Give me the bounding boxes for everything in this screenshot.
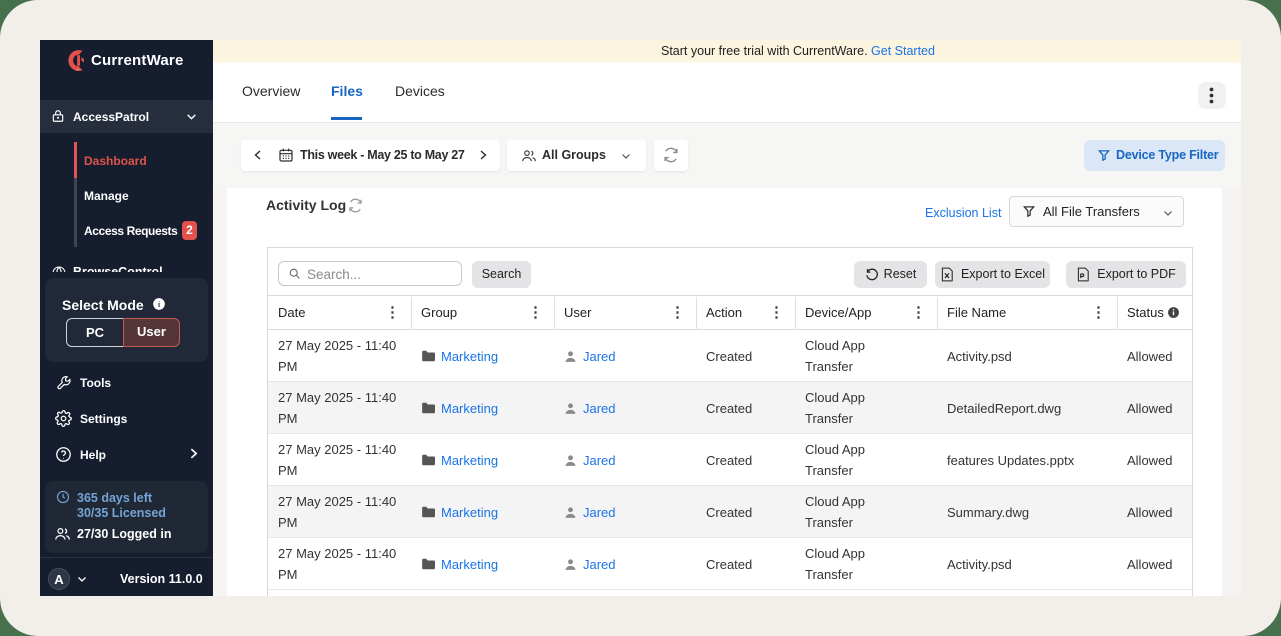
svg-text:i: i	[158, 300, 160, 309]
